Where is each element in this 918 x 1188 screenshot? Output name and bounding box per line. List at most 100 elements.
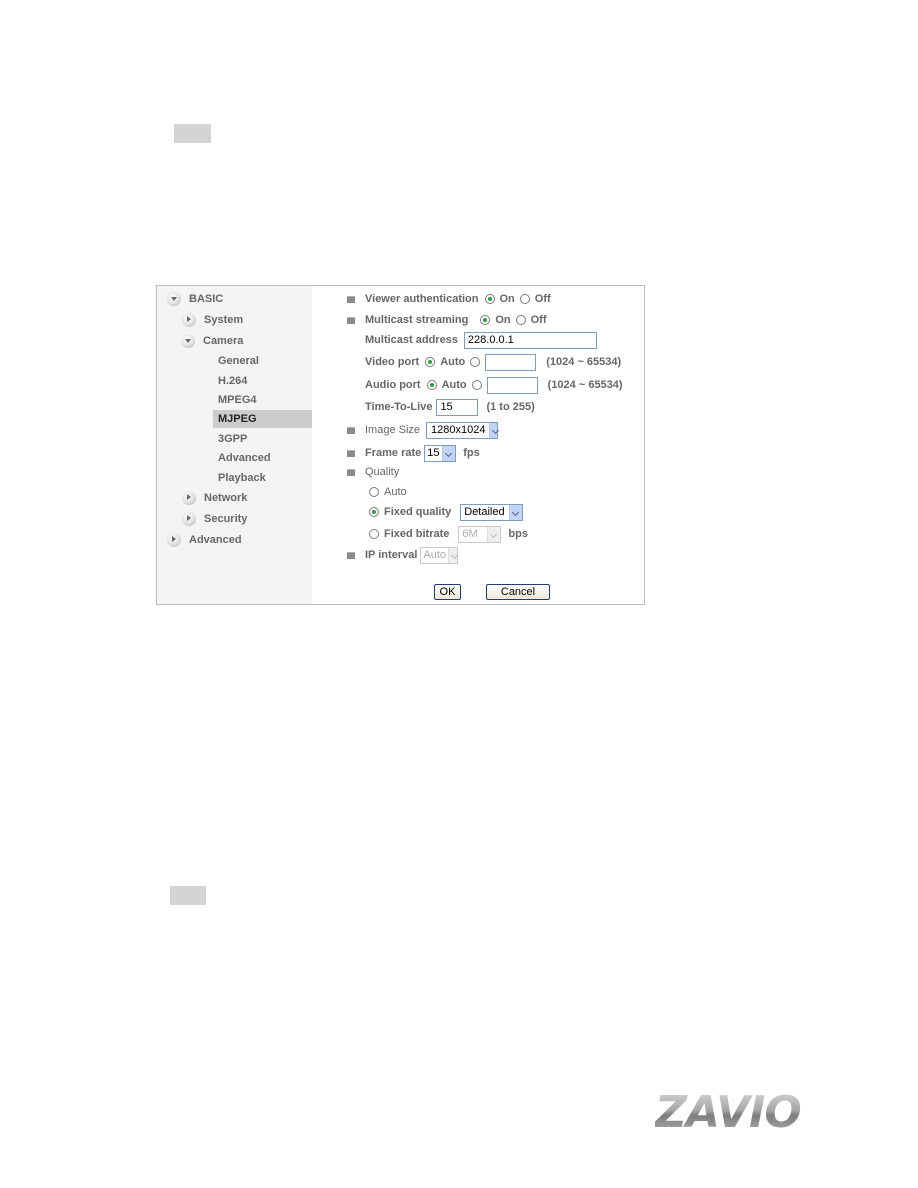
multicast-address-label: Multicast address <box>365 334 458 346</box>
sidebar-item-label: General <box>218 355 259 367</box>
ip-interval-label: IP interval <box>365 549 418 561</box>
sidebar-item-mpeg4[interactable]: MPEG4 <box>218 391 257 409</box>
sidebar-item-network[interactable]: Network <box>182 489 247 507</box>
sidebar-item-advanced[interactable]: Advanced <box>167 531 242 549</box>
fixed-bitrate-row: Fixed bitrate 6M bps <box>369 525 528 543</box>
sidebar-item-label: Security <box>204 513 248 525</box>
ttl-range: (1 to 255) <box>486 401 535 413</box>
sidebar-item-label: Network <box>204 492 248 504</box>
ok-button[interactable]: OK <box>434 584 461 600</box>
quality-auto-row: Auto <box>369 483 407 501</box>
audio-port-row: Audio port Auto (1024 ~ 65534) <box>365 376 623 394</box>
quality-row: Quality <box>347 463 405 481</box>
multicast-off-radio[interactable] <box>515 315 526 325</box>
sidebar-item-label: System <box>204 314 244 326</box>
viewer-auth-on-radio[interactable] <box>484 294 495 304</box>
sidebar-item-h264[interactable]: H.264 <box>218 372 247 390</box>
multicast-address-input[interactable] <box>463 331 597 349</box>
sidebar-item-label: Advanced <box>218 452 271 464</box>
bps-unit: bps <box>508 528 528 540</box>
frame-rate-value: 15 <box>427 447 440 459</box>
sidebar-item-mjpeg[interactable]: MJPEG <box>213 410 312 428</box>
chevron-down-icon <box>442 445 456 461</box>
multicast-on-radio[interactable] <box>480 315 491 325</box>
sidebar-item-system[interactable]: System <box>182 311 243 329</box>
audio-port-auto-label: Auto <box>441 379 467 391</box>
fixed-quality-label: Fixed quality <box>384 506 452 518</box>
viewer-authentication-label: Viewer authentication <box>365 293 479 305</box>
fixed-quality-row: Fixed quality Detailed <box>369 503 524 521</box>
chevron-down-icon <box>487 526 501 542</box>
expanded-arrow-icon <box>181 334 195 348</box>
quality-label: Quality <box>365 466 400 478</box>
fixed-quality-select[interactable]: Detailed <box>460 503 524 521</box>
sidebar-item-camera-advanced[interactable]: Advanced <box>218 449 271 467</box>
sidebar-item-security[interactable]: Security <box>182 510 247 528</box>
sidebar-item-label: BASIC <box>189 293 224 305</box>
collapsed-arrow-icon <box>182 512 196 526</box>
zavio-logo: ZAVIO <box>655 1089 815 1137</box>
audio-port-label: Audio port <box>365 379 421 391</box>
fixed-bitrate-value: 6M <box>462 528 478 540</box>
viewer-auth-on-label: On <box>499 293 515 305</box>
fixed-quality-value: Detailed <box>464 506 505 518</box>
frame-rate-label: Frame rate <box>365 447 422 459</box>
image-size-label: Image Size <box>365 424 421 436</box>
viewer-authentication-row: Viewer authentication On Off <box>347 290 556 308</box>
settings-form: Viewer authentication On Off Multicast s… <box>312 286 644 604</box>
gray-label-box-bottom <box>170 886 206 905</box>
ip-interval-select[interactable]: Auto <box>420 546 459 564</box>
chevron-down-icon <box>489 422 498 438</box>
sidebar-item-camera[interactable]: Camera <box>181 332 243 350</box>
audio-port-input[interactable] <box>486 376 538 394</box>
chevron-down-icon <box>509 504 523 520</box>
bullet-icon <box>347 468 355 476</box>
viewer-auth-off-radio[interactable] <box>519 294 530 304</box>
sidebar-nav: BASIC System Camera General H.264 MPEG4 … <box>157 286 312 604</box>
sidebar-item-label: Playback <box>218 472 266 484</box>
quality-auto-radio[interactable] <box>369 487 379 497</box>
fixed-quality-radio[interactable] <box>369 507 379 517</box>
multicast-streaming-label: Multicast streaming <box>365 314 469 326</box>
sidebar-item-playback[interactable]: Playback <box>218 469 266 487</box>
bullet-icon <box>347 426 355 434</box>
video-port-input[interactable] <box>485 353 537 371</box>
video-port-custom-radio[interactable] <box>470 357 481 367</box>
bullet-icon <box>347 295 355 303</box>
collapsed-arrow-icon <box>182 491 196 505</box>
sidebar-item-label: 3GPP <box>218 433 248 445</box>
collapsed-arrow-icon <box>167 533 181 547</box>
sidebar-item-label: H.264 <box>218 375 248 387</box>
audio-port-range: (1024 ~ 65534) <box>547 379 623 391</box>
sidebar-item-3gpp[interactable]: 3GPP <box>218 430 247 448</box>
bullet-icon <box>347 449 355 457</box>
mjpeg-settings-panel: BASIC System Camera General H.264 MPEG4 … <box>156 285 645 605</box>
sidebar-item-basic[interactable]: BASIC <box>167 290 223 308</box>
viewer-auth-off-label: Off <box>534 293 551 305</box>
video-port-range: (1024 ~ 65534) <box>546 356 622 368</box>
video-port-label: Video port <box>365 356 420 368</box>
video-port-row: Video port Auto (1024 ~ 65534) <box>365 353 621 371</box>
bullet-icon <box>347 551 355 559</box>
ttl-input[interactable] <box>436 398 479 416</box>
video-port-auto-radio[interactable] <box>425 357 436 367</box>
collapsed-arrow-icon <box>182 313 196 327</box>
audio-port-custom-radio[interactable] <box>471 380 482 390</box>
ip-interval-row: IP interval Auto <box>347 546 459 564</box>
audio-port-auto-radio[interactable] <box>426 380 437 390</box>
fixed-bitrate-select[interactable]: 6M <box>458 525 502 543</box>
video-port-auto-label: Auto <box>440 356 466 368</box>
fixed-bitrate-label: Fixed bitrate <box>384 528 450 540</box>
fps-unit: fps <box>463 447 480 459</box>
image-size-value: 1280x1024 <box>431 424 486 436</box>
sidebar-item-general[interactable]: General <box>218 352 259 370</box>
fixed-bitrate-radio[interactable] <box>369 529 379 539</box>
image-size-select[interactable]: 1280x1024 <box>426 421 499 439</box>
frame-rate-row: Frame rate 15 fps <box>347 444 480 462</box>
frame-rate-select[interactable]: 15 <box>424 444 457 462</box>
ttl-label: Time-To-Live <box>365 401 433 413</box>
quality-auto-label: Auto <box>384 486 407 498</box>
sidebar-item-label: Advanced <box>189 534 242 546</box>
cancel-button[interactable]: Cancel <box>486 584 550 600</box>
ttl-row: Time-To-Live (1 to 255) <box>365 398 535 416</box>
